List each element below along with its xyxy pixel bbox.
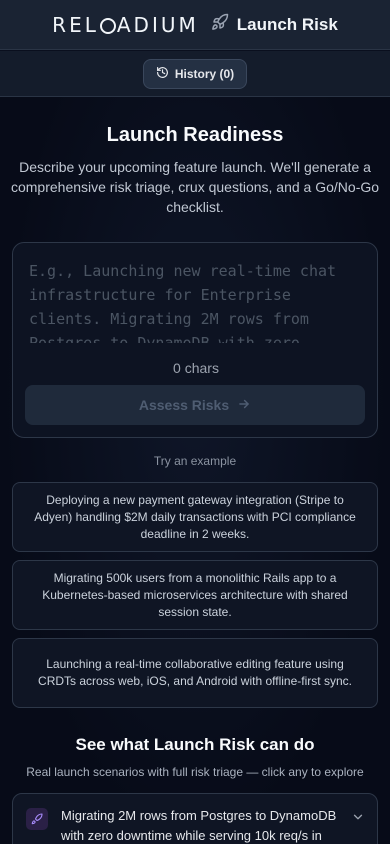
examples-label: Try an example	[153, 454, 237, 468]
launch-description-input[interactable]: E.g., Launching new real-time chat infra…	[29, 259, 363, 343]
hero-title: Launch Readiness	[106, 124, 284, 146]
main-content: Launch Readiness Describe your upcoming …	[0, 97, 390, 844]
rocket-icon	[211, 13, 229, 36]
example-card[interactable]: Deploying a new payment gateway integrat…	[12, 482, 378, 552]
history-button[interactable]: History (0)	[142, 58, 248, 89]
rocket-icon	[26, 808, 48, 830]
arrow-right-icon	[237, 397, 251, 414]
showcase-title: See what Launch Risk can do	[75, 735, 315, 754]
history-icon	[156, 66, 169, 82]
example-card[interactable]: Migrating 500k users from a monolithic R…	[12, 560, 378, 630]
toolbar: History (0)	[0, 51, 390, 97]
showcase-subtitle: Real launch scenarios with full risk tri…	[26, 765, 364, 779]
history-label: History (0)	[174, 66, 235, 81]
page-title: Launch Risk	[236, 14, 338, 34]
logo-ring-icon	[99, 17, 116, 34]
example-card[interactable]: Launching a real-time collaborative edit…	[12, 638, 378, 708]
app-header: REL ADIUM Launch Risk	[0, 0, 390, 50]
scenario-text: Migrating 2M rows from Postgres to Dynam…	[61, 808, 337, 843]
hero-description: Describe your upcoming feature launch. W…	[10, 159, 380, 215]
brand-logo[interactable]: REL ADIUM	[52, 13, 199, 37]
assess-risks-label: Assess Risks	[138, 397, 230, 413]
launch-input-card: E.g., Launching new real-time chat infra…	[12, 242, 378, 438]
scenario-card[interactable]: Migrating 2M rows from Postgres to Dynam…	[12, 793, 378, 844]
char-count: 0 chars	[173, 360, 219, 376]
chevron-down-icon[interactable]	[351, 810, 365, 829]
assess-risks-button[interactable]: Assess Risks	[25, 385, 365, 425]
